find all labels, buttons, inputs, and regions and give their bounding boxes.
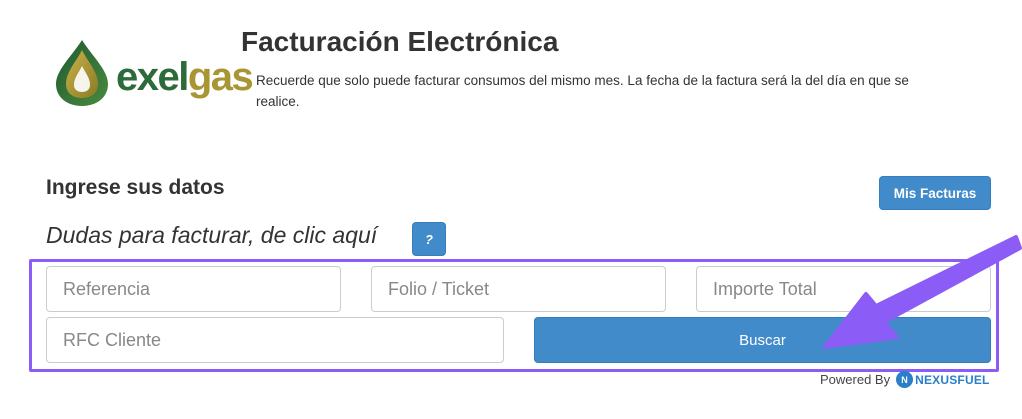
help-button[interactable]: ? xyxy=(412,222,446,256)
drop-icon xyxy=(56,40,108,106)
powered-by: Powered By N NEXUSFUEL xyxy=(820,371,990,388)
powered-by-label: Powered By xyxy=(820,372,891,387)
mis-facturas-button[interactable]: Mis Facturas xyxy=(879,176,991,210)
folio-ticket-input[interactable] xyxy=(371,266,666,312)
exelgas-logo: exelgas xyxy=(52,36,262,108)
nexusfuel-brand-label: NEXUSFUEL xyxy=(915,372,990,387)
importe-total-input[interactable] xyxy=(696,266,991,312)
page-title: Facturación Electrónica xyxy=(241,26,559,57)
buscar-button[interactable]: Buscar xyxy=(534,317,991,363)
nexusfuel-icon: N xyxy=(896,371,914,388)
logo-wordmark: exelgas xyxy=(116,55,254,99)
referencia-input[interactable] xyxy=(46,266,341,312)
page-subtitle: Recuerde que solo puede facturar consumo… xyxy=(256,73,909,109)
help-text: Dudas para facturar, de clic aquí xyxy=(46,222,378,248)
section-title: Ingrese sus datos xyxy=(46,176,225,199)
rfc-cliente-input[interactable] xyxy=(46,317,504,363)
nexusfuel-brand: N NEXUSFUEL xyxy=(896,371,989,388)
